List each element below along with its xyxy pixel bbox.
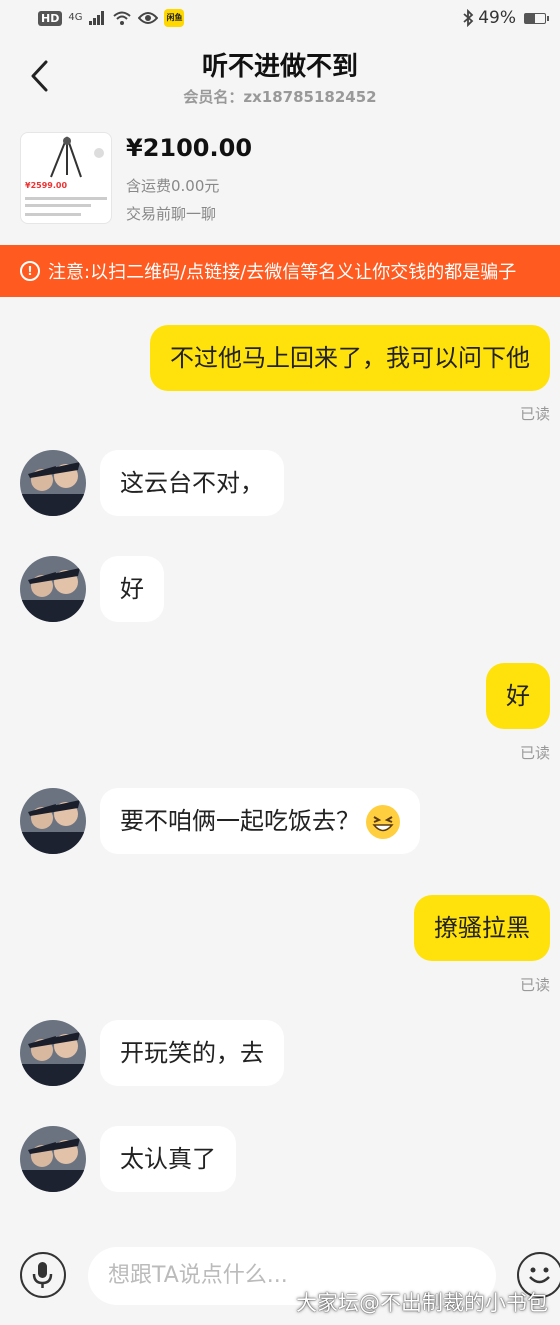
message-text: 开玩笑的，去: [120, 1039, 264, 1067]
message-text: 撩骚拉黑: [434, 914, 530, 942]
thumb-text-line: [25, 213, 81, 216]
message-text: 太认真了: [120, 1145, 216, 1173]
shipping-fee: 含运费0.00元: [126, 177, 220, 195]
message-bubble-received[interactable]: 太认真了: [100, 1126, 236, 1192]
product-thumbnail[interactable]: ¥2599.00: [20, 132, 112, 224]
message-bubble-received[interactable]: 开玩笑的，去: [100, 1020, 284, 1086]
avatar[interactable]: [20, 1126, 86, 1192]
thumb-price: ¥2599.00: [25, 181, 68, 190]
page-title: 听不进做不到: [201, 52, 358, 82]
read-status: 已读: [519, 744, 550, 762]
avatar[interactable]: [20, 556, 86, 622]
message-text: 好: [506, 682, 530, 710]
message-text: 要不咱俩一起吃饭去？: [120, 807, 360, 835]
chat-header: 听不进做不到 会员名：zx18785182452: [0, 40, 560, 115]
battery-icon: [524, 12, 549, 24]
message-bubble-sent[interactable]: 撩骚拉黑: [414, 895, 550, 961]
eye-icon: [138, 12, 159, 24]
battery-percent: 49%: [478, 8, 516, 28]
status-bar: HD 4G 闲鱼 49%: [0, 0, 560, 40]
thumb-text-line: [25, 197, 107, 200]
message-text: 好: [120, 575, 144, 603]
avatar[interactable]: [20, 788, 86, 854]
member-name: 会员名：zx18785182452: [183, 88, 377, 106]
watermark: 大家坛@不出制裁的小书包: [296, 1291, 548, 1315]
message-bubble-received[interactable]: 好: [100, 556, 164, 622]
microphone-icon: [32, 1262, 53, 1288]
message-text: 这云台不对，: [120, 469, 264, 497]
voice-button[interactable]: [20, 1252, 66, 1298]
fraud-warning-banner: ! 注意:以扫二维码/点链接/去微信等名义让你交钱的都是骗子: [0, 245, 560, 297]
thumb-text-line: [25, 204, 91, 207]
network-type: 4G: [68, 12, 83, 23]
read-status: 已读: [519, 405, 550, 423]
product-card[interactable]: ¥2599.00 ¥2100.00 含运费0.00元 交易前聊一聊: [20, 128, 540, 228]
warning-text: 注意:以扫二维码/点链接/去微信等名义让你交钱的都是骗子: [48, 262, 517, 283]
message-bubble-received[interactable]: 这云台不对，: [100, 450, 284, 516]
message-bubble-received[interactable]: 要不咱俩一起吃饭去？: [100, 788, 420, 854]
message-bubble-sent[interactable]: 好: [486, 663, 550, 729]
message-bubble-sent[interactable]: 不过他马上回来了，我可以问下他: [150, 325, 550, 391]
avatar[interactable]: [20, 1020, 86, 1086]
message-text: 不过他马上回来了，我可以问下他: [170, 344, 530, 372]
tripod-image: [50, 136, 104, 178]
info-icon: !: [20, 261, 40, 281]
pre-trade-note: 交易前聊一聊: [126, 205, 217, 223]
product-price: ¥2100.00: [126, 134, 253, 162]
wifi-icon: [113, 11, 132, 25]
app-badge: 闲鱼: [164, 9, 185, 27]
hd-badge: HD: [38, 10, 63, 26]
read-status: 已读: [519, 976, 550, 994]
signal-icon: [89, 11, 105, 25]
grinning-emoji-icon: [366, 805, 400, 839]
bluetooth-icon: [463, 9, 474, 27]
avatar[interactable]: [20, 450, 86, 516]
